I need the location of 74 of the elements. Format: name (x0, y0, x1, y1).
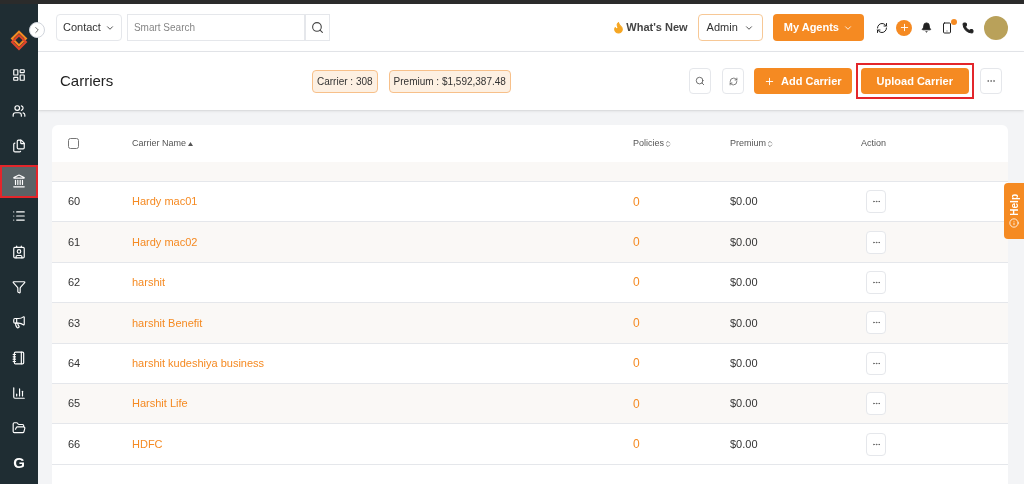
plus-icon (764, 75, 776, 87)
list-icon (12, 209, 26, 224)
summary-badge: Premium : $1,592,387.48 (388, 69, 511, 93)
row-number: 65 (68, 396, 82, 412)
megaphone-icon (12, 315, 26, 330)
policies-count[interactable]: 0 (633, 435, 730, 454)
column-header[interactable]: Carrier Name (132, 136, 633, 151)
row-number: 62 (68, 275, 82, 291)
sort-icon (664, 139, 672, 148)
role-dropdown[interactable]: Admin (697, 14, 763, 41)
search-icon (695, 76, 706, 86)
premium-amount: $0.00 (730, 356, 759, 371)
row-number: 66 (68, 436, 82, 452)
chevron-icon (32, 25, 42, 35)
search-icon (310, 21, 324, 34)
premium-amount: $0.00 (730, 396, 759, 412)
row-number: 63 (68, 315, 82, 331)
premium-amount: $0.00 (730, 315, 759, 331)
column-header: Action (861, 136, 886, 150)
help-tab[interactable]: Help (1004, 183, 1024, 239)
device-icon[interactable] (941, 21, 953, 34)
flame-icon (612, 21, 626, 34)
policies-count[interactable]: 0 (633, 233, 730, 252)
search-button[interactable] (689, 68, 712, 94)
documents-icon (12, 138, 26, 153)
sort-icon (766, 139, 774, 148)
bank-icon (12, 174, 26, 189)
sidebar-item[interactable]: G (2, 448, 36, 479)
carrier-name-link[interactable]: harshit kudeshiya business (132, 355, 633, 372)
row-number: 60 (68, 194, 82, 210)
plus-icon (898, 22, 910, 33)
people-icon (12, 103, 26, 118)
carrier-name-link[interactable]: harshit (132, 274, 633, 291)
my-agents-button[interactable]: My Agents (772, 14, 864, 41)
carrier-name-link[interactable]: Hardy mac01 (132, 193, 633, 210)
upload-carrier-button[interactable]: Upload Carrier (860, 68, 969, 95)
dashboard-icon (12, 68, 26, 83)
contact-card-icon (12, 244, 26, 259)
summary-badge: Carrier : 308 (312, 69, 378, 93)
refresh-icon (728, 76, 738, 86)
add-carrier-button[interactable]: Add Carrier (754, 68, 852, 94)
notebook-icon (12, 350, 26, 365)
policies-count[interactable]: 0 (633, 273, 730, 292)
row-number: 61 (68, 234, 82, 250)
expand-toggle[interactable] (29, 22, 45, 38)
premium-amount: $0.00 (730, 436, 759, 452)
search-field[interactable]: Smart Search (126, 14, 305, 41)
carrier-name-link[interactable]: HDFC (132, 435, 633, 453)
info-icon (1009, 217, 1019, 228)
policies-count[interactable]: 0 (633, 394, 730, 413)
policies-count[interactable]: 0 (633, 192, 730, 211)
row-number: 64 (68, 356, 82, 371)
column-header[interactable]: Policies (633, 136, 730, 151)
premium-amount: $0.00 (730, 275, 759, 291)
bar-chart-icon (12, 385, 26, 400)
bell-icon[interactable] (921, 22, 932, 33)
policies-count[interactable]: 0 (633, 313, 730, 332)
premium-amount: $0.00 (730, 194, 759, 210)
page-title: Carriers (60, 70, 115, 91)
policies-count[interactable]: 0 (633, 354, 730, 373)
select-all-checkbox[interactable] (68, 138, 79, 149)
column-header[interactable]: Premium (730, 136, 861, 151)
phone-icon[interactable] (962, 21, 974, 34)
search-button[interactable] (304, 14, 330, 41)
premium-amount: $0.00 (730, 234, 759, 250)
refresh-icon[interactable] (876, 21, 888, 34)
whats-new-link[interactable]: What's New (626, 19, 688, 36)
search-type-dropdown[interactable]: Contact (56, 14, 122, 41)
sort-up-icon (188, 141, 193, 146)
carrier-name-link[interactable]: Hardy mac02 (132, 233, 633, 251)
folder-icon (12, 421, 26, 436)
carrier-name-link[interactable]: Harshit Life (132, 395, 633, 412)
carrier-name-link[interactable]: harshit Benefit (132, 314, 633, 332)
funnel-icon (12, 280, 26, 294)
